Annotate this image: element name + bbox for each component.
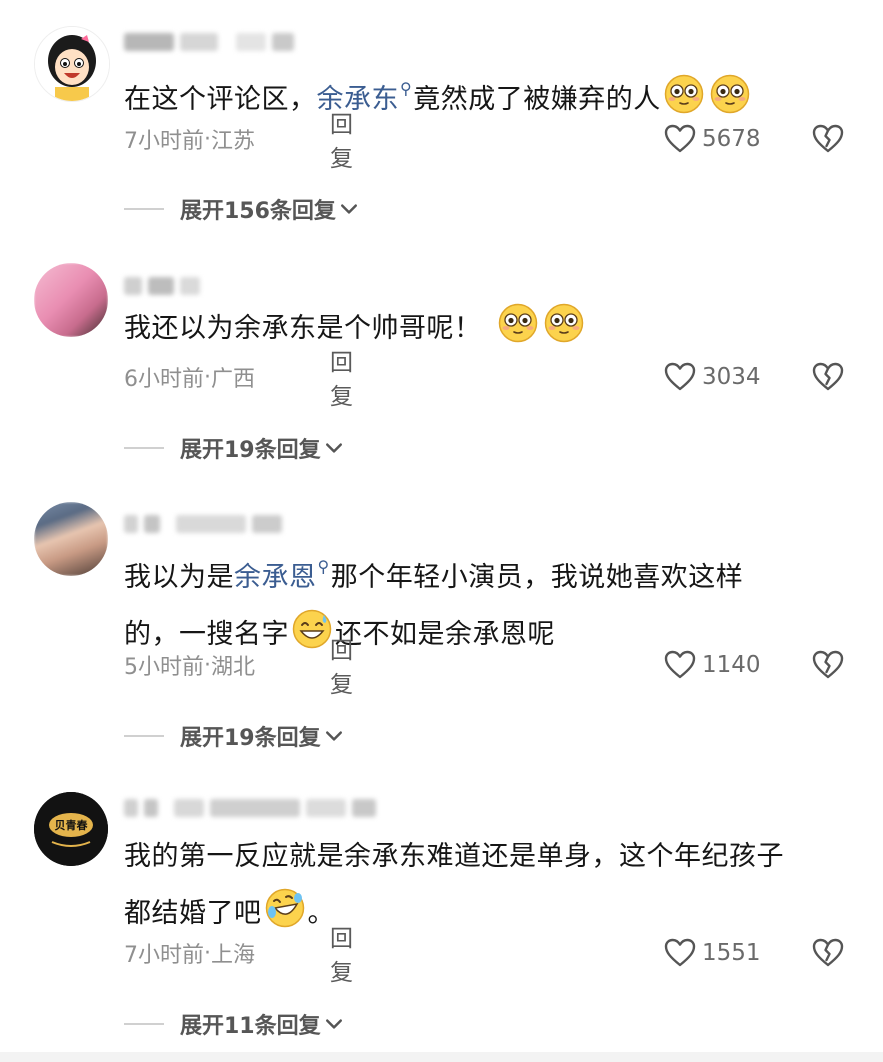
username[interactable] [124, 512, 288, 536]
expand-replies-button[interactable]: 展开156条回复 [124, 189, 358, 229]
username[interactable] [124, 796, 382, 820]
chevron-down-icon [325, 439, 343, 457]
like-button[interactable]: 1551 [664, 933, 761, 973]
location: 江苏 [211, 129, 256, 154]
rofl-emoji [265, 888, 305, 928]
chevron-down-icon [340, 200, 358, 218]
flushed-emoji [664, 74, 704, 114]
comment-item: 贝青春 我的第一反应就是余承东难道还是单身，这个年纪孩子 都结婚了吧。 7小时前… [0, 780, 883, 1062]
reply-button[interactable]: 回复 [330, 919, 353, 987]
comment-text: 在这个评论区，余承东⚲竟然成了被嫌弃的人 [124, 60, 843, 128]
flushed-emoji [498, 303, 538, 343]
search-icon[interactable]: ⚲ [400, 79, 412, 98]
dislike-button[interactable] [812, 357, 844, 397]
expand-replies-button[interactable]: 展开11条回复 [124, 1004, 343, 1044]
like-count: 1140 [702, 652, 761, 678]
timestamp: 6小时前 [124, 367, 204, 392]
comment-item: 我以为是余承恩⚲那个年轻小演员，我说她喜欢这样 的，一搜名字 还不如是余承恩呢 5… [0, 490, 883, 780]
dislike-button[interactable] [812, 119, 844, 159]
timestamp: 7小时前 [124, 129, 204, 154]
comment-meta: 5小时前 · 湖北 [124, 645, 255, 685]
bottom-divider [0, 1052, 883, 1062]
broken-heart-icon [812, 937, 844, 969]
chevron-down-icon [325, 1015, 343, 1033]
comment-meta: 6小时前 · 广西 [124, 357, 255, 397]
flushed-emoji [710, 74, 750, 114]
avatar[interactable]: 贝青春 [34, 792, 108, 866]
like-button[interactable]: 5678 [664, 119, 761, 159]
like-button[interactable]: 3034 [664, 357, 761, 397]
timestamp: 5小时前 [124, 655, 204, 680]
location: 上海 [211, 943, 256, 968]
dislike-button[interactable] [812, 933, 844, 973]
broken-heart-icon [812, 123, 844, 155]
like-count: 1551 [702, 940, 761, 966]
username[interactable] [124, 274, 206, 298]
reply-button[interactable]: 回复 [330, 631, 353, 699]
avatar[interactable] [34, 263, 108, 337]
comment-text: 我的第一反应就是余承东难道还是单身，这个年纪孩子 都结婚了吧。 [124, 841, 784, 929]
username[interactable] [124, 30, 300, 54]
expand-replies-button[interactable]: 展开19条回复 [124, 716, 343, 756]
heart-icon [664, 123, 696, 155]
comment-item: 我还以为余承东是个帅哥呢！ 6小时前 · 广西 回复 3034 展开19条回复 [0, 250, 883, 490]
heart-icon [664, 361, 696, 393]
comment-meta: 7小时前 · 江苏 [124, 119, 255, 159]
location: 湖北 [211, 655, 256, 680]
chevron-down-icon [325, 727, 343, 745]
dislike-button[interactable] [812, 645, 844, 685]
reply-button[interactable]: 回复 [330, 343, 353, 411]
like-count: 3034 [702, 364, 761, 390]
timestamp: 7小时前 [124, 943, 204, 968]
reply-button[interactable]: 回复 [330, 105, 353, 173]
broken-heart-icon [812, 649, 844, 681]
comment-meta: 7小时前 · 上海 [124, 933, 255, 973]
like-button[interactable]: 1140 [664, 645, 761, 685]
like-count: 5678 [702, 126, 761, 152]
heart-icon [664, 937, 696, 969]
comment-item: 在这个评论区，余承东⚲竟然成了被嫌弃的人 7小时前 · 江苏 回复 5678 展… [0, 0, 883, 250]
heart-icon [664, 649, 696, 681]
flushed-emoji [544, 303, 584, 343]
search-icon[interactable]: ⚲ [318, 557, 330, 576]
expand-replies-button[interactable]: 展开19条回复 [124, 428, 343, 468]
avatar[interactable] [34, 502, 108, 576]
grinning-sweat-emoji [292, 609, 332, 649]
mention-link[interactable]: 余承恩 [234, 562, 317, 593]
avatar[interactable] [34, 26, 110, 102]
comment-text: 我还以为余承东是个帅哥呢！ [124, 300, 843, 357]
location: 广西 [211, 367, 256, 392]
svg-text:贝青春: 贝青春 [55, 818, 89, 832]
broken-heart-icon [812, 361, 844, 393]
mention-link[interactable]: 余承东 [317, 84, 400, 115]
